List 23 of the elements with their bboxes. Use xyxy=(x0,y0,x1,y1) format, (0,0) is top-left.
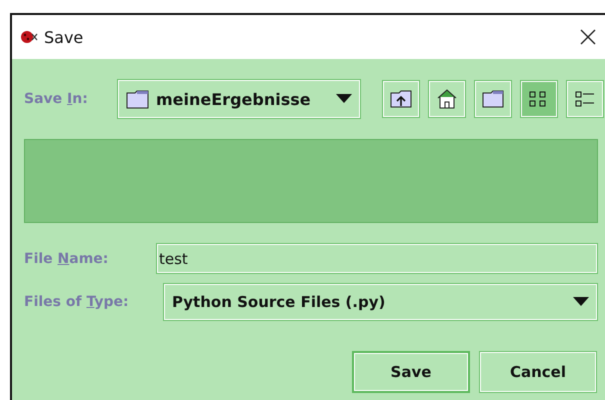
window-title: Save xyxy=(44,28,84,46)
file-type-label: Files of Type: xyxy=(24,294,130,310)
file-name-label: File Name: xyxy=(24,250,110,266)
cancel-button[interactable]: Cancel xyxy=(479,351,597,393)
up-folder-button[interactable] xyxy=(382,80,420,118)
ladybug-icon xyxy=(20,29,38,45)
save-button[interactable]: Save xyxy=(352,351,470,393)
home-icon xyxy=(436,89,458,109)
list-view-button[interactable] xyxy=(520,80,558,118)
folder-icon xyxy=(482,89,504,109)
file-name-field[interactable]: test xyxy=(156,243,598,274)
folder-dropdown[interactable]: meineErgebnisse xyxy=(117,79,361,119)
file-type-dropdown[interactable]: Python Source Files (.py) xyxy=(163,283,598,321)
save-in-label: Save In: xyxy=(24,91,89,107)
folder-icon xyxy=(126,89,150,109)
caret-icon xyxy=(336,94,352,104)
home-button[interactable] xyxy=(428,80,466,118)
close-icon[interactable] xyxy=(580,29,596,45)
folder-up-arrow-icon xyxy=(390,89,412,109)
details-view-button[interactable] xyxy=(566,80,604,118)
caret-icon xyxy=(573,297,589,307)
details-view-icon xyxy=(574,89,596,109)
new-folder-button[interactable] xyxy=(474,80,512,118)
